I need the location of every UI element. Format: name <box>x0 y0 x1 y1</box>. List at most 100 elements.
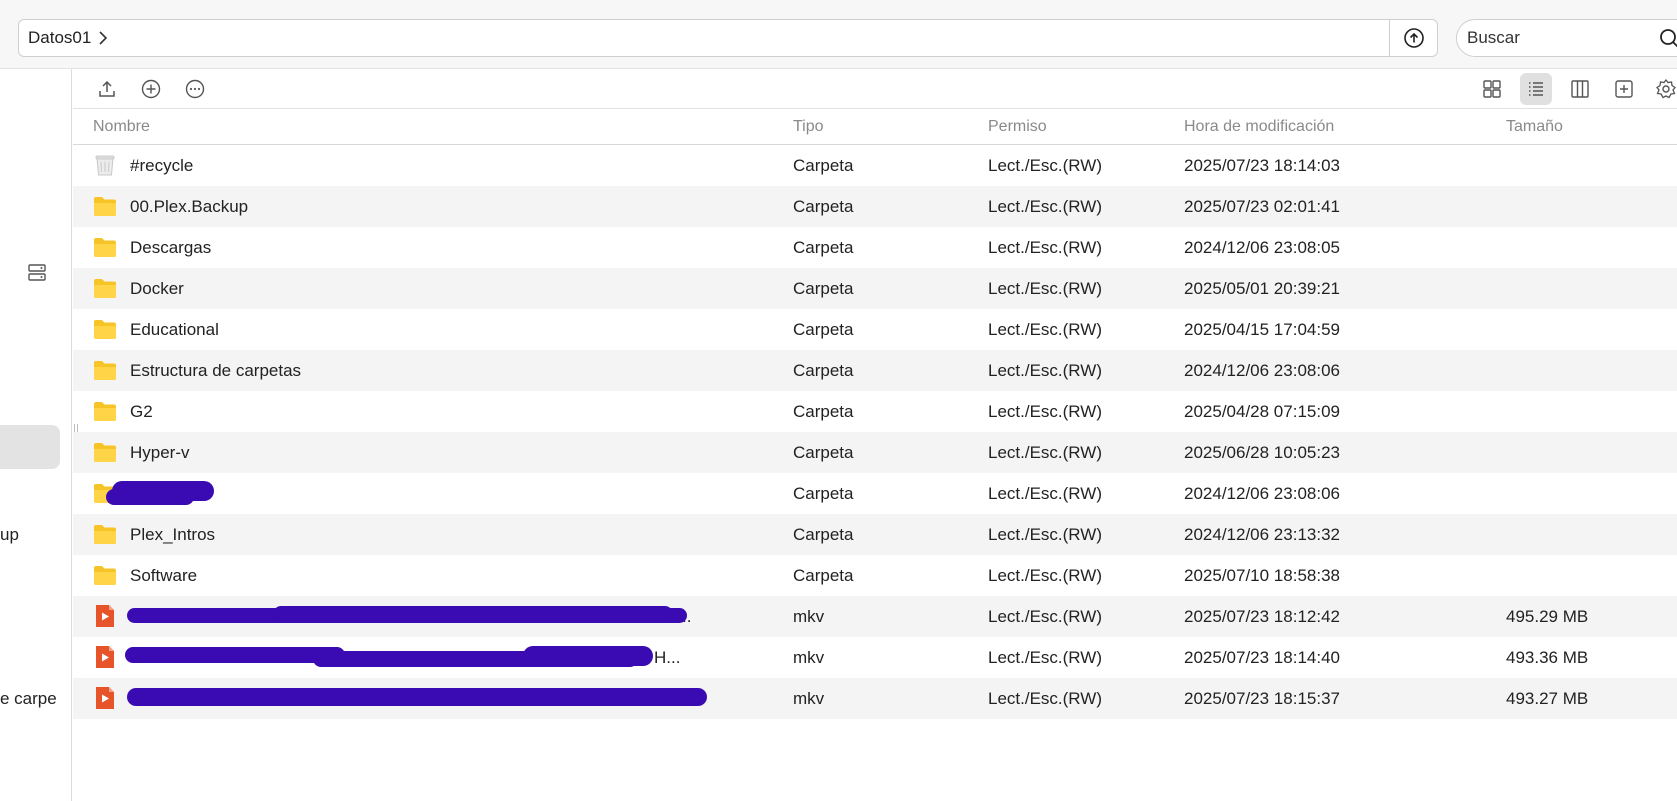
table-row[interactable]: 00.Plex.Backup Carpeta Lect./Esc.(RW) 2025/… <box>73 186 1677 227</box>
cell-size: 495.29 MB <box>1506 607 1589 626</box>
cell-size: 493.36 MB <box>1506 648 1589 667</box>
column-header-name[interactable]: Nombre <box>93 118 150 136</box>
folder-icon <box>92 234 118 260</box>
cell-size: 493.27 MB <box>1506 689 1589 708</box>
cell-modified: 2024/12/06 23:08:05 <box>1184 238 1340 257</box>
cell-type: Carpeta <box>793 443 854 462</box>
sidebar-item-folder-label[interactable]: e carpe <box>0 689 57 709</box>
video-file-icon <box>92 685 118 711</box>
sidebar-item-selected[interactable] <box>0 425 60 469</box>
path-bar[interactable]: Datos01 <box>18 19 1438 57</box>
more-actions-button[interactable] <box>183 78 207 100</box>
cell-permission: Lect./Esc.(RW) <box>988 443 1102 462</box>
table-header: Nombre Tipo Permiso Hora de modificación… <box>73 110 1677 145</box>
cell-name: Docker <box>130 279 184 298</box>
folder-icon <box>92 562 118 588</box>
add-column-button[interactable] <box>1608 73 1640 105</box>
column-header-modified[interactable]: Hora de modificación <box>1184 118 1334 136</box>
table-row[interactable]: Carpeta Lect./Esc.(RW) 2024/12/06 23:08:06 <box>73 473 1677 514</box>
table-row[interactable]: G2 Carpeta Lect./Esc.(RW) 2025/04/28 07:15:… <box>73 391 1677 432</box>
server-icon[interactable] <box>27 263 47 283</box>
folder-icon <box>92 275 118 301</box>
cell-modified: 2025/06/28 10:05:23 <box>1184 443 1340 462</box>
create-button[interactable] <box>139 78 163 100</box>
search-box[interactable] <box>1456 19 1677 57</box>
top-bar: Datos01 <box>0 0 1677 69</box>
plus-square-icon <box>1615 80 1633 98</box>
cell-permission: Lect./Esc.(RW) <box>988 525 1102 544</box>
folder-icon <box>92 521 118 547</box>
list-view-button[interactable] <box>1520 73 1552 105</box>
file-toolbar <box>73 69 1677 109</box>
cell-permission: Lect./Esc.(RW) <box>988 607 1102 626</box>
table-row[interactable]: H... mkv Lect./Esc.(RW) 2025/07/23 18:14:40… <box>73 637 1677 678</box>
cell-modified: 2025/04/15 17:04:59 <box>1184 320 1340 339</box>
search-input[interactable] <box>1457 28 1647 48</box>
video-file-icon <box>92 644 118 670</box>
column-header-size[interactable]: Tamaño <box>1506 118 1563 136</box>
sidebar-item-backup-label[interactable]: up <box>0 525 19 545</box>
cell-name: #recycle <box>130 156 194 175</box>
folder-icon <box>92 398 118 424</box>
sidebar: up e carpe <box>0 69 72 801</box>
table-row[interactable]: Descargas Carpeta Lect./Esc.(RW) 2024/12/06… <box>73 227 1677 268</box>
table-row[interactable]: Docker Carpeta Lect./Esc.(RW) 2025/05/01 20… <box>73 268 1677 309</box>
table-row[interactable]: Hyper-v Carpeta Lect./Esc.(RW) 2025/06/28 1… <box>73 432 1677 473</box>
search-icon[interactable] <box>1659 28 1677 50</box>
cell-modified: 2024/12/06 23:08:06 <box>1184 484 1340 503</box>
upload-button[interactable] <box>95 78 119 100</box>
redaction-mark <box>125 647 345 663</box>
list-icon <box>1529 82 1543 96</box>
cell-modified: 2025/07/23 02:01:41 <box>1184 197 1340 216</box>
cell-modified: 2025/07/23 18:14:40 <box>1184 648 1340 667</box>
columns-icon <box>1571 80 1589 98</box>
column-header-permission[interactable]: Permiso <box>988 118 1047 136</box>
redaction-mark <box>106 489 194 505</box>
cell-type: Carpeta <box>793 197 854 216</box>
cell-permission: Lect./Esc.(RW) <box>988 402 1102 421</box>
cell-permission: Lect./Esc.(RW) <box>988 156 1102 175</box>
column-header-type[interactable]: Tipo <box>793 118 824 136</box>
cell-modified: 2025/04/28 07:15:09 <box>1184 402 1340 421</box>
breadcrumb[interactable]: Datos01 <box>19 28 108 48</box>
plus-circle-icon <box>141 79 161 99</box>
cell-name: Educational <box>130 320 219 339</box>
grid-icon <box>1483 80 1501 98</box>
table-row[interactable]: Estructura de carpetas Carpeta Lect./Esc.(… <box>73 350 1677 391</box>
folder-icon <box>92 193 118 219</box>
cell-permission: Lect./Esc.(RW) <box>988 648 1102 667</box>
cell-permission: Lect./Esc.(RW) <box>988 279 1102 298</box>
cell-modified: 2024/12/06 23:13:32 <box>1184 525 1340 544</box>
cell-name: Descargas <box>130 238 212 257</box>
cell-modified: 2025/05/01 20:39:21 <box>1184 279 1340 298</box>
upload-icon <box>99 80 115 97</box>
recycle-bin-icon <box>92 152 118 178</box>
cell-modified: 2025/07/10 18:58:38 <box>1184 566 1340 585</box>
video-file-icon <box>92 603 118 629</box>
grid-view-button[interactable] <box>1476 73 1508 105</box>
cell-name: 00.Plex.Backup <box>130 197 249 216</box>
table-row[interactable]: Plex_Intros Carpeta Lect./Esc.(RW) 2024/12/… <box>73 514 1677 555</box>
breadcrumb-item-datos01[interactable]: Datos01 <box>28 28 91 48</box>
table-row[interactable]: E...mkvLect./Esc.(RW)2025/07/23 18:12:42… <box>73 596 1677 637</box>
cell-type: Carpeta <box>793 238 854 257</box>
table-row[interactable]: Software Carpeta Lect./Esc.(RW) 2025/07/10 … <box>73 555 1677 596</box>
cell-permission: Lect./Esc.(RW) <box>988 197 1102 216</box>
folder-icon <box>92 439 118 465</box>
redaction-mark <box>133 694 693 706</box>
table-row[interactable]: Educational Carpeta Lect./Esc.(RW) 2025/04/… <box>73 309 1677 350</box>
cell-type: Carpeta <box>793 484 854 503</box>
table-row[interactable]: ...mkvLect./Esc.(RW)2025/07/23 18:15:374… <box>73 678 1677 719</box>
go-up-button[interactable] <box>1389 20 1437 56</box>
cell-name: G2 <box>130 402 153 421</box>
cell-modified: 2025/07/23 18:14:03 <box>1184 156 1340 175</box>
gear-icon <box>1656 78 1676 99</box>
column-view-button[interactable] <box>1564 73 1596 105</box>
cell-type: Carpeta <box>793 279 854 298</box>
cell-type: Carpeta <box>793 361 854 380</box>
table-row[interactable]: #recycle Carpeta Lect./Esc.(RW) 2025/07/23 … <box>73 145 1677 186</box>
settings-button[interactable] <box>1650 73 1677 105</box>
cell-type: Carpeta <box>793 402 854 421</box>
cell-permission: Lect./Esc.(RW) <box>988 484 1102 503</box>
cell-type: Carpeta <box>793 525 854 544</box>
